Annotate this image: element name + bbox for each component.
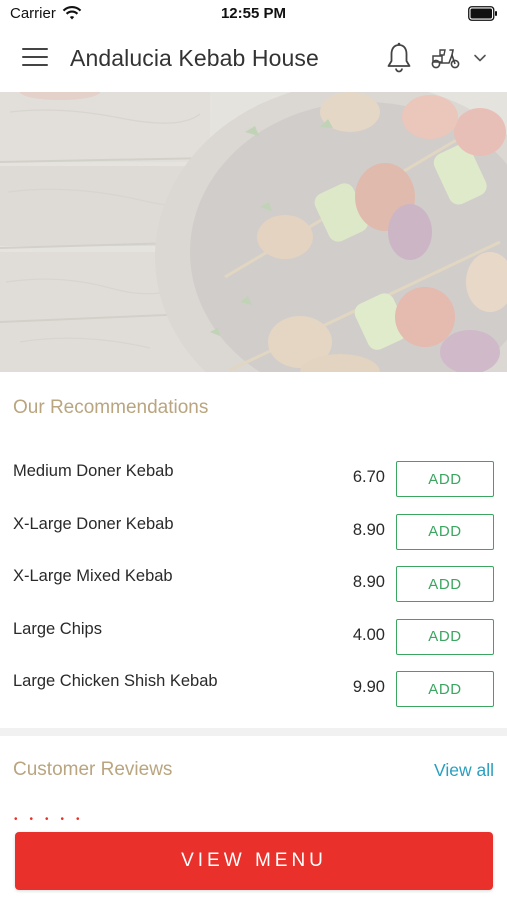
view-menu-button[interactable]: VIEW MENU [15,832,493,890]
add-button[interactable]: ADD [396,618,494,655]
list-item: Large Chicken Shish Kebab 9.90 ADD [0,662,507,715]
list-item: X-Large Mixed Kebab 8.90 ADD [0,557,507,610]
add-button[interactable]: ADD [396,566,494,602]
item-price: 8.90 [352,520,385,539]
reviews-title: Customer Reviews [13,759,173,780]
list-item: Large Chips 4.00 ADD [0,610,507,663]
item-name: X-Large Mixed Kebab [13,567,173,585]
view-all-link[interactable]: View all [434,760,494,781]
item-price: 9.90 [352,678,385,696]
app-header: Andalucia Kebab House [0,28,507,92]
status-time: 12:55 PM [220,5,287,22]
battery-icon [468,6,497,21]
recommendations-list: Medium Doner Kebab 6.70 ADD X-Large Done… [0,452,507,715]
hero-image [0,92,507,372]
add-button[interactable]: ADD [396,461,494,497]
section-divider [0,728,507,736]
menu-icon[interactable] [22,48,48,70]
item-price: 4.00 [352,625,385,644]
item-name: Large Chicken Shish Kebab [13,672,218,690]
delivery-scooter-icon[interactable] [430,46,462,70]
recommendations-title: Our Recommendations [13,397,209,418]
list-item: Medium Doner Kebab 6.70 ADD [0,452,507,505]
chevron-down-icon[interactable] [473,53,487,63]
bell-icon[interactable] [386,42,412,74]
item-name: Large Chips [13,619,102,638]
item-name: Medium Doner Kebab [13,462,174,480]
item-price: 8.90 [352,573,385,591]
list-item: X-Large Doner Kebab 8.90 ADD [0,505,507,558]
add-button[interactable]: ADD [396,513,494,550]
status-bar: Carrier 12:55 PM [0,0,507,28]
item-price: 6.70 [352,468,385,486]
rating-stars: ••••• [14,814,92,825]
page-title: Andalucia Kebab House [70,45,319,71]
add-button[interactable]: ADD [396,671,494,707]
item-name: X-Large Doner Kebab [13,514,174,533]
